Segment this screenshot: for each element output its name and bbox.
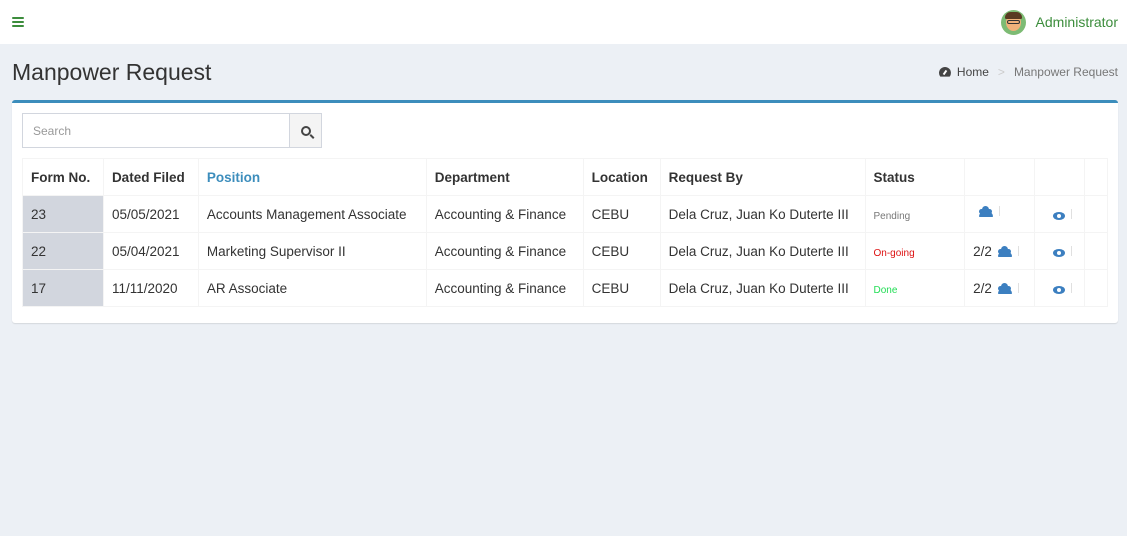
username: Administrator	[1035, 14, 1118, 30]
column-header-position[interactable]: Position	[197, 158, 427, 196]
avatar	[1000, 9, 1026, 35]
content-header: Manpower Request Home > Manpower Request	[0, 44, 1127, 100]
divider	[999, 206, 1001, 216]
search-group	[22, 113, 322, 148]
eye-icon[interactable]	[1053, 211, 1066, 220]
cell-request-by: Dela Cruz, Juan Ko Duterte III	[659, 195, 866, 233]
cell-position: Marketing Supervisor II	[197, 232, 427, 270]
cell-date: 05/05/2021	[102, 195, 199, 233]
column-header-dated-filed[interactable]: Dated Filed	[102, 158, 199, 196]
cell-date: 05/04/2021	[102, 232, 199, 270]
users-icon[interactable]	[997, 283, 1012, 294]
breadcrumb: Home > Manpower Request	[939, 65, 1118, 79]
cell-view	[1034, 269, 1085, 307]
cell-extra	[1083, 269, 1109, 307]
sidebar-toggle-icon[interactable]	[12, 17, 24, 27]
page-title: Manpower Request	[12, 58, 212, 85]
cell-form-no: 23	[22, 195, 104, 233]
users-icon[interactable]	[979, 206, 994, 217]
search-input[interactable]	[22, 113, 289, 148]
manpower-request-table: Form No. Dated Filed Position Department…	[22, 158, 1109, 307]
cell-date: 11/11/2020	[102, 269, 199, 307]
applicant-count: 2/2	[973, 280, 992, 296]
cell-extra	[1083, 195, 1109, 233]
dashboard-icon	[939, 67, 951, 77]
column-header-location[interactable]: Location	[582, 158, 661, 196]
cell-request-by: Dela Cruz, Juan Ko Duterte III	[659, 232, 866, 270]
search-icon	[300, 125, 311, 136]
cell-form-no: 22	[22, 232, 104, 270]
cell-location: CEBU	[582, 269, 661, 307]
cell-applicants: 2/2	[964, 232, 1036, 270]
cell-form-no: 17	[22, 269, 104, 307]
cell-department: Accounting & Finance	[425, 269, 584, 307]
cell-location: CEBU	[582, 195, 661, 233]
table-row[interactable]: 22 05/04/2021 Marketing Supervisor II Ac…	[22, 232, 1109, 270]
top-navbar: Administrator	[0, 0, 1127, 44]
manpower-request-box: Form No. Dated Filed Position Department…	[12, 100, 1118, 323]
breadcrumb-separator: >	[997, 65, 1005, 79]
cell-department: Accounting & Finance	[425, 195, 584, 233]
table-header-row: Form No. Dated Filed Position Department…	[22, 158, 1109, 196]
column-header-form-no[interactable]: Form No.	[22, 158, 104, 196]
column-header-view	[1034, 158, 1085, 196]
table-row[interactable]: 23 05/05/2021 Accounts Management Associ…	[22, 195, 1109, 233]
status-badge: Pending	[873, 210, 911, 222]
search-button[interactable]	[289, 113, 322, 148]
status-badge: Done	[873, 284, 898, 296]
column-header-department[interactable]: Department	[425, 158, 584, 196]
cell-status: Pending	[864, 195, 966, 233]
cell-department: Accounting & Finance	[425, 232, 584, 270]
divider	[1017, 283, 1019, 293]
users-icon[interactable]	[997, 246, 1012, 257]
cell-applicants: 2/2	[964, 269, 1036, 307]
divider	[1071, 209, 1073, 219]
cell-extra	[1083, 232, 1109, 270]
cell-view	[1034, 195, 1085, 233]
divider	[1071, 283, 1073, 293]
cell-location: CEBU	[582, 232, 661, 270]
cell-position: Accounts Management Associate	[197, 195, 427, 233]
cell-status: Done	[864, 269, 966, 307]
breadcrumb-current: Manpower Request	[1013, 65, 1118, 79]
cell-status: On-going	[864, 232, 966, 270]
status-badge: On-going	[873, 247, 915, 259]
cell-position: AR Associate	[197, 269, 427, 307]
table-row[interactable]: 17 11/11/2020 AR Associate Accounting & …	[22, 269, 1109, 307]
cell-applicants	[964, 195, 1036, 233]
breadcrumb-home-link[interactable]: Home	[939, 65, 989, 79]
user-menu[interactable]: Administrator	[1000, 9, 1118, 35]
divider	[1017, 246, 1019, 256]
divider	[1071, 246, 1073, 256]
breadcrumb-home-label: Home	[956, 65, 989, 79]
eye-icon[interactable]	[1053, 285, 1066, 294]
column-header-status[interactable]: Status	[864, 158, 966, 196]
applicant-count: 2/2	[973, 243, 992, 259]
eye-icon[interactable]	[1053, 248, 1066, 257]
column-header-request-by[interactable]: Request By	[659, 158, 866, 196]
cell-view	[1034, 232, 1085, 270]
column-header-extra	[1083, 158, 1109, 196]
column-header-applicants	[964, 158, 1036, 196]
cell-request-by: Dela Cruz, Juan Ko Duterte III	[659, 269, 866, 307]
